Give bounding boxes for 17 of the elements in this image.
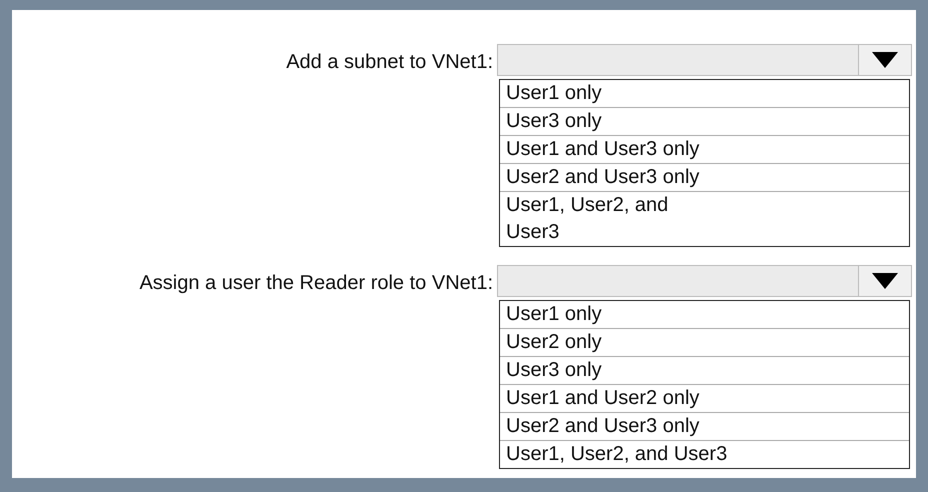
caret-icon: [872, 52, 898, 68]
dropdown-option[interactable]: User2 and User3 only: [500, 163, 909, 191]
dropdown-option[interactable]: User3 only: [500, 107, 909, 135]
dropdown-option[interactable]: User1, User2, and User3: [500, 191, 909, 246]
dropdown-option[interactable]: User2 only: [500, 328, 909, 356]
dropdown-option[interactable]: User1, User2, and User3: [500, 440, 909, 468]
dropdown[interactable]: [497, 265, 912, 297]
dropdown-option[interactable]: User1 and User2 only: [500, 384, 909, 412]
question-label: Assign a user the Reader role to VNet1:: [138, 271, 494, 296]
dropdown-option[interactable]: User2 and User3 only: [500, 412, 909, 440]
dropdown-option[interactable]: User1 only: [500, 301, 909, 328]
dropdown-option[interactable]: User1 and User3 only: [500, 135, 909, 163]
question-label: Add a subnet to VNet1:: [285, 50, 494, 75]
dropdown-option[interactable]: User1 only: [500, 80, 909, 107]
caret-icon: [872, 273, 898, 289]
dropdown[interactable]: [497, 44, 912, 76]
dropdown-option[interactable]: User3 only: [500, 356, 909, 384]
